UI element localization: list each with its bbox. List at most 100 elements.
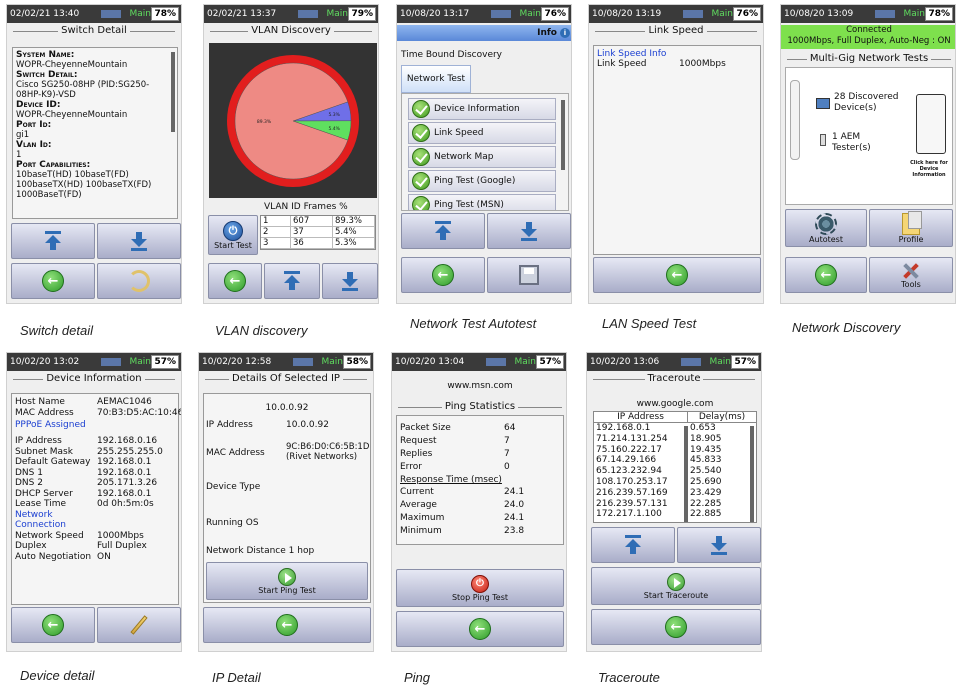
info-row: Packet Size 64 [400,422,560,435]
list-item[interactable]: Ping Test (MSN) [408,194,556,210]
scroll-up-button[interactable] [591,527,675,563]
table-cell-frames: 37 [291,227,333,237]
row-label: Average [400,500,437,510]
back-button[interactable]: ← [11,263,95,299]
tools-icon [900,262,922,280]
tester-icon[interactable] [820,134,826,146]
trace-delay: 22.285 [690,498,722,509]
row-value: 24.1 [504,487,525,497]
back-button[interactable]: ← [396,611,564,647]
network-connection-link-1[interactable]: Network [15,510,175,521]
selected-ip: 10.0.0.92 [265,403,309,413]
aem-testers[interactable]: 1 AEM Tester(s) [832,132,892,154]
caption-traceroute: Traceroute [598,670,660,685]
mac-address-value: 9C:B6:D0:C6:5B:1D [286,442,370,452]
ip-address-label: IP Address [206,420,253,430]
scroll-down-button[interactable] [677,527,761,563]
trace-delay: 25.690 [690,476,722,487]
back-button[interactable]: ← [593,257,761,293]
start-traceroute-button[interactable]: Start Traceroute [591,567,761,605]
screen-traceroute: 10/02/20 13:06 Main 57% Traceroute www.g… [586,352,762,652]
refresh-button[interactable] [97,263,181,299]
list-item[interactable]: Ping Test (Google) [408,170,556,192]
status-time: 10/02/20 13:02 [10,357,80,367]
back-button[interactable]: ← [208,263,262,299]
screen-ip-detail: 10/02/20 12:58 Main 58% Details Of Selec… [198,352,374,652]
test-list-panel: Device Information Link Speed Network Ma… [401,93,569,211]
tools-button[interactable]: Tools [869,257,953,293]
running-os-label: Running OS [206,518,259,528]
back-button[interactable]: ← [401,257,485,293]
status-bar: 02/02/21 13:40 Main 78% [7,5,181,23]
back-arrow-icon: ← [665,616,687,638]
ping-rows-times: Current 24.1 Average 24.0 Maximum 24.1 Minimum… [400,486,560,538]
status-bar: 10/02/20 13:04 Main 57% [392,353,566,371]
row-label: Subnet Mask [15,446,73,457]
connection-banner: Connected 1000Mbps, Full Duplex, Auto-Ne… [781,25,955,49]
info-bar[interactable]: Info i [397,25,571,41]
row-label: DHCP Server [15,488,73,499]
tester-device-icon[interactable] [916,94,946,154]
row-value: 1000Mbps [97,530,144,541]
edit-button[interactable] [97,607,181,643]
list-item[interactable]: Device Information [408,98,556,120]
scrollbar[interactable] [561,100,565,170]
monitor-icon[interactable] [816,98,830,109]
status-time: 10/08/20 13:17 [400,9,470,19]
row-value: 7 [504,449,510,459]
save-button[interactable] [487,257,571,293]
row-label: Auto Negotiation [15,551,92,562]
check-icon [412,172,430,190]
start-test-button[interactable]: ⏻ Start Test [208,215,258,255]
status-main: Main [129,357,152,367]
trace-delay: 0.653 [690,423,716,433]
info-row: Default Gateway 192.168.0.1 [15,457,175,468]
battery-level: 76% [541,7,569,21]
scroll-down-button[interactable] [487,213,571,249]
list-item[interactable]: Link Speed [408,122,556,144]
back-button[interactable]: ← [11,607,95,643]
row-value: 70:B3:D5:AC:10:46 [97,407,182,418]
discovered-devices[interactable]: 28 Discovered Device(s) [834,92,902,114]
page-title: Multi-Gig Network Tests [781,51,955,66]
click-here-label[interactable]: Click here for Device Information [906,160,952,178]
network-icon [491,10,511,18]
pppoe-assigned[interactable]: PPPoE Assigned [15,420,175,430]
page-title: Device Information [7,371,181,386]
play-icon [278,567,296,586]
label-device-id: Device ID: [16,100,61,110]
tab-network-test[interactable]: Network Test [401,65,471,93]
scroll-up-button[interactable] [264,263,320,299]
row-label: Minimum [400,526,442,536]
scroll-up-button[interactable] [11,223,95,259]
network-connection-link-2[interactable]: Connection [15,520,175,531]
back-button[interactable]: ← [591,609,761,645]
list-item[interactable]: Network Map [408,146,556,168]
stop-ping-test-button[interactable]: ⏻ Stop Ping Test [396,569,564,607]
start-ping-test-button[interactable]: Start Ping Test [206,562,368,600]
profile-button[interactable]: Profile [869,209,953,247]
row-label: Default Gateway [15,457,91,467]
scroll-down-button[interactable] [97,223,181,259]
scrollbar[interactable] [750,426,754,522]
scrollbar[interactable] [171,52,175,132]
scrollbar[interactable] [684,426,688,522]
row-value: 24.1 [504,513,525,523]
back-button[interactable]: ← [785,257,867,293]
back-button[interactable]: ← [203,607,371,643]
caption-lan-speed: LAN Speed Test [602,316,697,331]
scroll-up-button[interactable] [401,213,485,249]
check-icon [412,196,430,210]
row-label: DNS 1 [15,467,43,478]
back-arrow-icon: ← [42,270,64,292]
autotest-button[interactable]: Autotest [785,209,867,247]
caption-device-detail: Device detail [20,668,95,683]
row-label: Lease Time [15,499,67,509]
trace-ip: 65.123.232.94 [596,466,662,477]
scroll-down-button[interactable] [322,263,378,299]
status-bar: 02/02/21 13:37 Main 79% [204,5,378,23]
row-value: ON [97,551,111,562]
row-value: 0 [504,462,510,472]
trace-ip: 192.168.0.1 [596,423,651,433]
info-row: Request 7 [400,435,560,448]
